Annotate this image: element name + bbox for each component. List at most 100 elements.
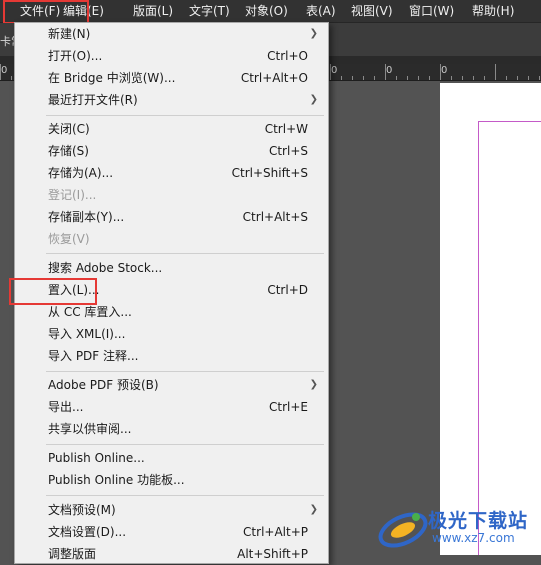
- menu-window[interactable]: 窗口(W): [409, 0, 454, 22]
- menu-item-document-setup[interactable]: 文档设置(D)... Ctrl+Alt+P: [15, 521, 328, 543]
- ruler-tick: [352, 76, 353, 80]
- menu-item-save[interactable]: 存储(S) Ctrl+S: [15, 140, 328, 162]
- ruler-number: 0: [441, 65, 448, 76]
- menu-item-shortcut: Ctrl+Alt+S: [242, 210, 308, 224]
- place-highlight-box: [9, 278, 97, 305]
- menu-item-close[interactable]: 关闭(C) Ctrl+W: [15, 118, 328, 140]
- menu-item-label: 登记(I)...: [48, 188, 97, 202]
- ruler-tick: [462, 76, 463, 80]
- watermark-title: 极光下载站: [428, 510, 529, 532]
- menu-item-document-presets[interactable]: 文档预设(M) ❯: [15, 499, 328, 521]
- margin-guide: [478, 121, 541, 555]
- submenu-arrow-icon: ❯: [309, 94, 318, 105]
- menu-item-label: 存储为(A)...: [48, 166, 114, 180]
- submenu-arrow-icon: ❯: [309, 28, 318, 39]
- menu-item-label: 调整版面: [48, 547, 97, 561]
- menu-item-search-adobe-stock[interactable]: 搜索 Adobe Stock...: [15, 257, 328, 279]
- menu-item-browse-bridge[interactable]: 在 Bridge 中浏览(W)... Ctrl+Alt+O: [15, 67, 328, 89]
- menu-item-label: 导入 PDF 注释...: [48, 349, 139, 363]
- menu-item-publish-online[interactable]: Publish Online...: [15, 447, 328, 469]
- menu-layout[interactable]: 版面(L): [133, 0, 173, 22]
- menu-item-shortcut: Ctrl+S: [268, 144, 308, 158]
- menu-item-shortcut: Ctrl+O: [267, 49, 308, 63]
- ruler-tick: [517, 76, 518, 80]
- menu-item-adjust-layout[interactable]: 调整版面 Alt+Shift+P: [15, 543, 328, 565]
- ruler-tick: [11, 76, 12, 80]
- ruler-tick: [429, 76, 430, 80]
- ruler-tick: [407, 76, 408, 80]
- menu-item-label: 最近打开文件(R): [48, 93, 138, 107]
- menu-item-check-in: 登记(I)...: [15, 184, 328, 206]
- menu-item-shortcut: Ctrl+Alt+P: [243, 525, 308, 539]
- menu-item-import-xml[interactable]: 导入 XML(I)...: [15, 323, 328, 345]
- menu-item-shortcut: Alt+Shift+P: [237, 547, 308, 561]
- watermark-url: www.xz7.com: [432, 531, 515, 545]
- ruler-tick: [451, 76, 452, 80]
- menu-item-label: Publish Online 功能板...: [48, 473, 185, 487]
- menu-object[interactable]: 对象(O): [245, 0, 288, 22]
- menu-item-shortcut: Ctrl+Shift+S: [231, 166, 308, 180]
- menu-item-share-review[interactable]: 共享以供审阅...: [15, 418, 328, 440]
- ruler-tick: [473, 76, 474, 80]
- menu-item-import-pdf-comments[interactable]: 导入 PDF 注释...: [15, 345, 328, 367]
- menu-help[interactable]: 帮助(H): [472, 0, 514, 22]
- ruler-tick: [418, 76, 419, 80]
- menu-item-publish-dashboard[interactable]: Publish Online 功能板...: [15, 469, 328, 491]
- ruler-tick: [506, 76, 507, 80]
- ruler-tick: [330, 64, 331, 80]
- menu-item-revert: 恢复(V): [15, 228, 328, 250]
- ruler-number: 0: [386, 65, 393, 76]
- menu-separator: [46, 444, 324, 445]
- ruler-tick: [528, 76, 529, 80]
- file-menu-highlight-box: [3, 0, 89, 24]
- ruler-tick: [440, 64, 441, 80]
- menu-type[interactable]: 文字(T): [189, 0, 230, 22]
- menu-item-open[interactable]: 打开(O)... Ctrl+O: [15, 45, 328, 67]
- menu-bar: 文件(F) 编辑(E) 版面(L) 文字(T) 对象(O) 表(A) 视图(V)…: [0, 0, 541, 24]
- menu-item-label: 搜索 Adobe Stock...: [48, 261, 163, 275]
- menu-item-label: Publish Online...: [48, 451, 145, 465]
- menu-separator: [46, 371, 324, 372]
- menu-item-label: 存储副本(Y)...: [48, 210, 125, 224]
- menu-item-pdf-presets[interactable]: Adobe PDF 预设(B) ❯: [15, 374, 328, 396]
- menu-item-shortcut: Ctrl+D: [267, 283, 308, 297]
- menu-view[interactable]: 视图(V): [351, 0, 393, 22]
- menu-item-label: Adobe PDF 预设(B): [48, 378, 159, 392]
- menu-item-label: 恢复(V): [48, 232, 90, 246]
- ruler-tick: [539, 76, 540, 80]
- ruler-tick: [396, 76, 397, 80]
- ruler-tick: [341, 76, 342, 80]
- menu-item-new[interactable]: 新建(N) ❯: [15, 23, 328, 45]
- menu-item-label: 文档预设(M): [48, 503, 116, 517]
- menu-item-label: 关闭(C): [48, 122, 90, 136]
- menu-item-label: 新建(N): [48, 27, 91, 41]
- menu-separator: [46, 495, 324, 496]
- menu-item-label: 在 Bridge 中浏览(W)...: [48, 71, 176, 85]
- ruler-tick: [495, 64, 496, 80]
- ruler-tick: [484, 76, 485, 80]
- ruler-tick: [363, 76, 364, 80]
- submenu-arrow-icon: ❯: [309, 379, 318, 390]
- menu-item-label: 存储(S): [48, 144, 89, 158]
- ruler-tick: [374, 76, 375, 80]
- menu-item-label: 打开(O)...: [48, 49, 103, 63]
- ruler-tick: [0, 64, 1, 80]
- ruler-number: 0: [1, 65, 8, 76]
- menu-item-shortcut: Ctrl+W: [264, 122, 308, 136]
- menu-item-label: 文档设置(D)...: [48, 525, 127, 539]
- menu-item-label: 共享以供审阅...: [48, 422, 132, 436]
- ruler-tick: [385, 64, 386, 80]
- menu-item-save-copy[interactable]: 存储副本(Y)... Ctrl+Alt+S: [15, 206, 328, 228]
- submenu-arrow-icon: ❯: [309, 504, 318, 515]
- menu-item-export[interactable]: 导出... Ctrl+E: [15, 396, 328, 418]
- watermark: 极光下载站 www.xz7.com: [376, 498, 541, 555]
- menu-item-save-as[interactable]: 存储为(A)... Ctrl+Shift+S: [15, 162, 328, 184]
- menu-item-label: 导入 XML(I)...: [48, 327, 126, 341]
- menu-item-shortcut: Ctrl+Alt+O: [240, 71, 308, 85]
- menu-item-open-recent[interactable]: 最近打开文件(R) ❯: [15, 89, 328, 111]
- menu-table[interactable]: 表(A): [306, 0, 336, 22]
- menu-separator: [46, 115, 324, 116]
- watermark-logo-icon: [378, 512, 428, 548]
- menu-item-label: 导出...: [48, 400, 84, 414]
- menu-item-shortcut: Ctrl+E: [269, 400, 308, 414]
